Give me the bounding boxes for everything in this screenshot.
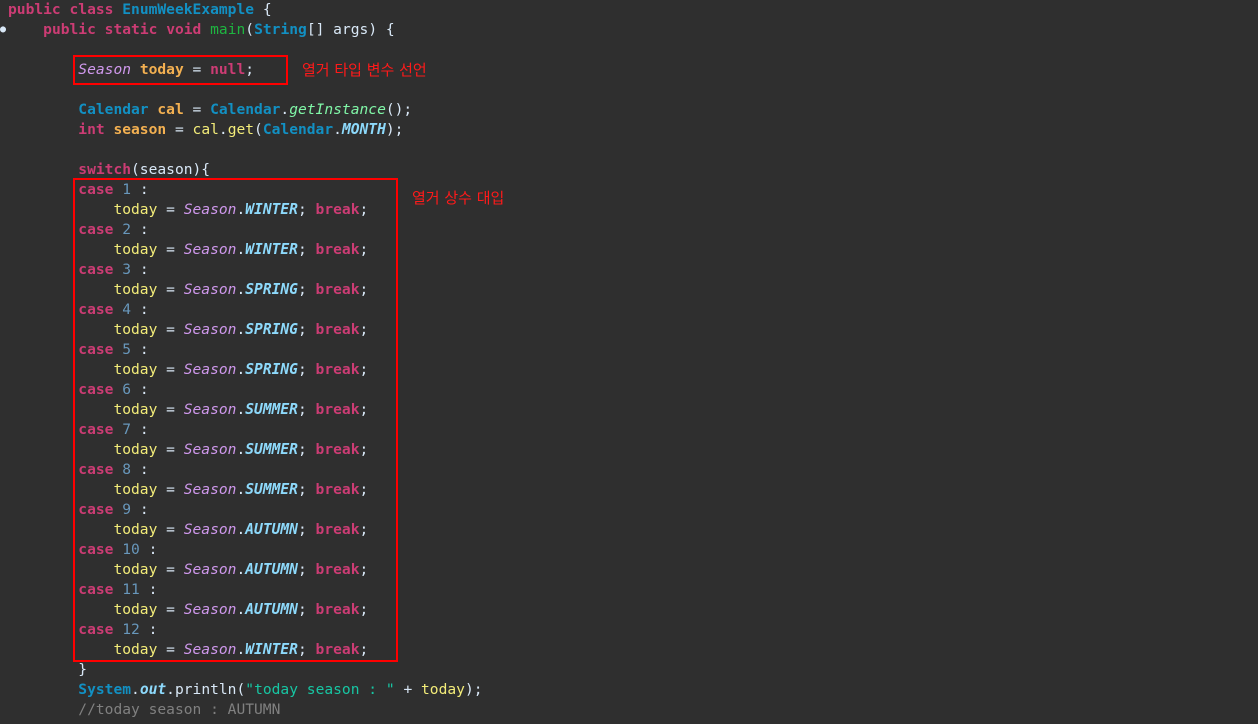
code-line-int-declaration: int season = cal.get(Calendar.MONTH); [78,121,404,138]
type-name: Calendar [78,101,149,118]
brace: { [254,1,272,18]
code-line-switch: switch(season){ [78,161,211,178]
comment: //today season : AUTUMN [78,701,281,718]
code-line-println: System.out.println("today season : " + t… [78,681,483,698]
variable-name: season [113,121,167,138]
keyword: void [166,21,202,38]
code-line-calendar-declaration: Calendar cal = Calendar.getInstance(); [78,101,413,118]
keyword: int [78,121,105,138]
class-name: System [78,681,132,698]
variable-name: cal [157,101,184,118]
object-ref: cal [192,121,219,138]
method-name: println [174,681,237,698]
keyword: public [8,1,61,18]
keyword: static [104,21,158,38]
method-name: main [210,21,246,38]
constant-name: MONTH [341,121,386,138]
field-name: out [139,681,167,698]
string-literal: "today season : " [245,681,395,698]
method-name: get [227,121,255,138]
annotation-assign: 열거 상수 대입 [412,189,505,207]
highlight-box-declaration [73,55,288,85]
variable-ref: today [421,681,465,698]
keyword: public [43,21,96,38]
annotation-declare: 열거 타입 변수 선언 [302,61,427,79]
keyword: class [69,1,114,18]
param-type: String [254,21,307,38]
code-line-class-declaration: public class EnumWeekExample { [8,0,272,20]
breakpoint-marker-icon[interactable]: ● [0,25,6,35]
keyword: switch [78,161,132,178]
code-line-main-declaration: public static void main(String[] args) { [43,21,395,38]
method-name: getInstance [289,101,386,118]
highlight-box-case-assignments [73,178,398,662]
code-line-close-brace: } [78,661,88,678]
class-name: Calendar [210,101,281,118]
param-name: args [333,21,369,38]
class-name: EnumWeekExample [122,1,255,18]
class-name: Calendar [262,121,334,138]
code-editor[interactable]: ● public class EnumWeekExample { public … [0,0,1258,724]
code-line-comment: //today season : AUTUMN [8,700,280,720]
